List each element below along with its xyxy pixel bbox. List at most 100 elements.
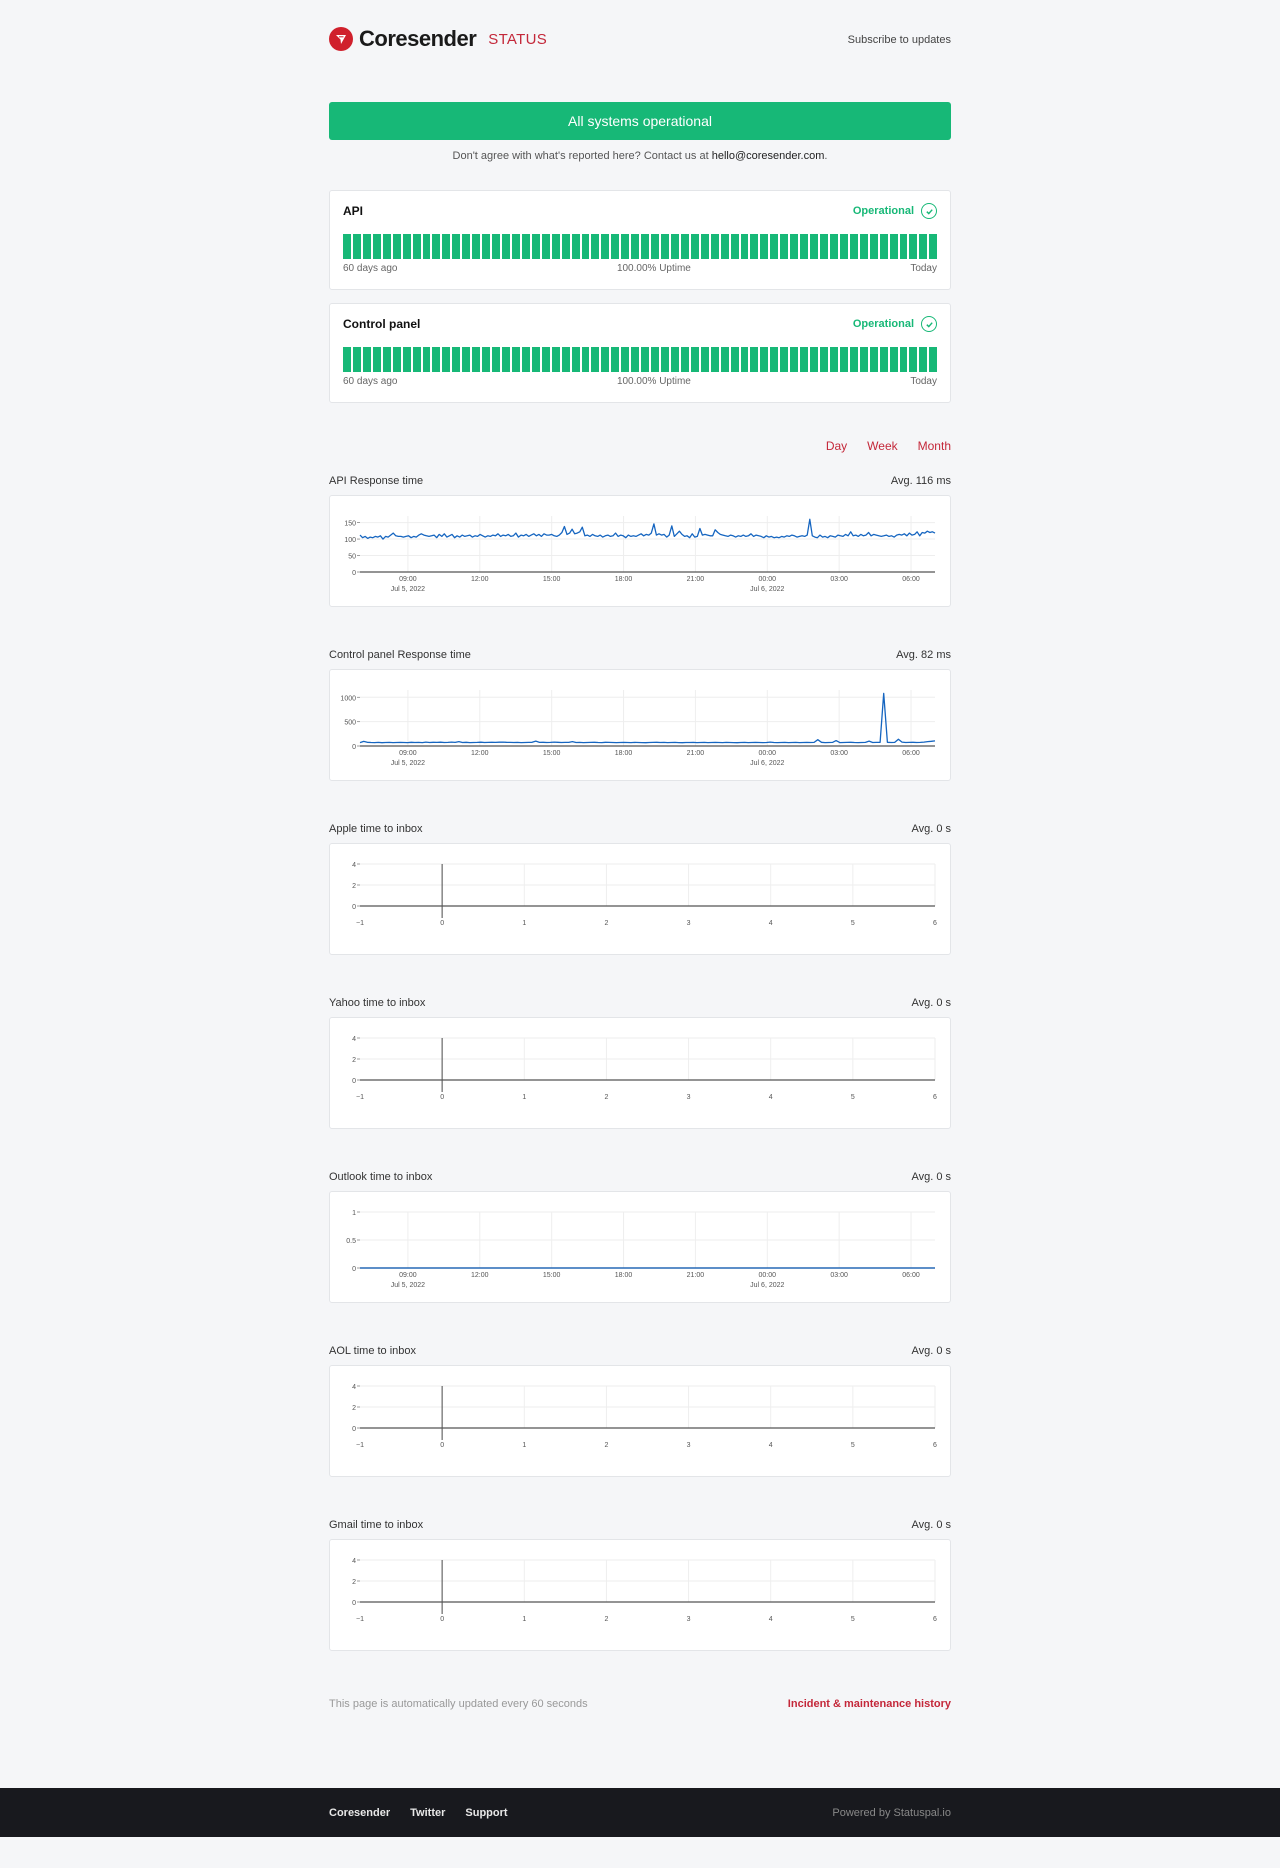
- uptime-day-bar[interactable]: [382, 347, 391, 372]
- uptime-day-bar[interactable]: [581, 347, 590, 372]
- uptime-day-bar[interactable]: [690, 234, 699, 259]
- incident-history-link[interactable]: Incident & maintenance history: [788, 1698, 951, 1788]
- uptime-day-bar[interactable]: [929, 234, 938, 259]
- uptime-day-bar[interactable]: [452, 347, 461, 372]
- uptime-day-bar[interactable]: [382, 234, 391, 259]
- uptime-day-bar[interactable]: [750, 234, 759, 259]
- uptime-day-bar[interactable]: [482, 347, 491, 372]
- uptime-day-bar[interactable]: [531, 234, 540, 259]
- uptime-day-bar[interactable]: [492, 347, 500, 372]
- uptime-day-bar[interactable]: [561, 234, 570, 259]
- subscribe-link[interactable]: Subscribe to updates: [848, 34, 951, 46]
- uptime-day-bar[interactable]: [810, 234, 818, 259]
- uptime-day-bar[interactable]: [780, 347, 789, 372]
- uptime-day-bar[interactable]: [680, 234, 689, 259]
- uptime-day-bar[interactable]: [829, 234, 838, 259]
- footer-link-twitter[interactable]: Twitter: [410, 1807, 445, 1819]
- footer-link-support[interactable]: Support: [465, 1807, 507, 1819]
- uptime-day-bar[interactable]: [670, 234, 679, 259]
- uptime-day-bar[interactable]: [611, 234, 620, 259]
- uptime-day-bar[interactable]: [402, 234, 411, 259]
- uptime-day-bar[interactable]: [343, 234, 351, 259]
- uptime-day-bar[interactable]: [472, 234, 481, 259]
- uptime-day-bar[interactable]: [790, 347, 799, 372]
- uptime-day-bar[interactable]: [511, 234, 520, 259]
- uptime-day-bar[interactable]: [472, 347, 481, 372]
- uptime-day-bar[interactable]: [820, 347, 828, 372]
- uptime-day-bar[interactable]: [780, 234, 789, 259]
- uptime-day-bar[interactable]: [343, 347, 351, 372]
- uptime-day-bar[interactable]: [591, 234, 600, 259]
- uptime-day-bar[interactable]: [869, 234, 878, 259]
- uptime-day-bar[interactable]: [541, 347, 550, 372]
- uptime-day-bar[interactable]: [800, 234, 809, 259]
- uptime-day-bar[interactable]: [740, 234, 749, 259]
- uptime-day-bar[interactable]: [641, 347, 650, 372]
- contact-email-link[interactable]: hello@coresender.com: [712, 150, 825, 162]
- uptime-day-bar[interactable]: [670, 347, 679, 372]
- uptime-day-bar[interactable]: [641, 234, 650, 259]
- uptime-day-bar[interactable]: [502, 347, 510, 372]
- uptime-day-bar[interactable]: [770, 234, 779, 259]
- uptime-day-bar[interactable]: [352, 347, 361, 372]
- uptime-day-bar[interactable]: [859, 234, 868, 259]
- uptime-day-bar[interactable]: [839, 234, 848, 259]
- uptime-day-bar[interactable]: [591, 347, 600, 372]
- uptime-day-bar[interactable]: [631, 234, 640, 259]
- uptime-day-bar[interactable]: [462, 347, 471, 372]
- uptime-day-bar[interactable]: [889, 234, 898, 259]
- uptime-day-bar[interactable]: [561, 347, 570, 372]
- uptime-day-bar[interactable]: [879, 347, 888, 372]
- uptime-day-bar[interactable]: [452, 234, 461, 259]
- uptime-day-bar[interactable]: [869, 347, 878, 372]
- uptime-day-bar[interactable]: [412, 234, 421, 259]
- uptime-day-bar[interactable]: [362, 347, 371, 372]
- uptime-day-bar[interactable]: [571, 347, 580, 372]
- uptime-day-bar[interactable]: [899, 234, 908, 259]
- uptime-day-bar[interactable]: [551, 234, 560, 259]
- footer-link-coresender[interactable]: Coresender: [329, 1807, 390, 1819]
- uptime-day-bar[interactable]: [700, 234, 709, 259]
- uptime-day-bar[interactable]: [621, 347, 630, 372]
- uptime-day-bar[interactable]: [889, 347, 898, 372]
- uptime-day-bar[interactable]: [899, 347, 908, 372]
- uptime-day-bar[interactable]: [462, 234, 471, 259]
- uptime-day-bar[interactable]: [651, 234, 659, 259]
- uptime-day-bar[interactable]: [412, 347, 421, 372]
- range-tab-week[interactable]: Week: [867, 439, 897, 453]
- uptime-day-bar[interactable]: [760, 347, 769, 372]
- uptime-day-bar[interactable]: [849, 234, 858, 259]
- uptime-day-bar[interactable]: [392, 347, 401, 372]
- uptime-day-bar[interactable]: [631, 347, 640, 372]
- uptime-day-bar[interactable]: [829, 347, 838, 372]
- uptime-day-bar[interactable]: [710, 234, 719, 259]
- uptime-day-bar[interactable]: [492, 234, 500, 259]
- uptime-day-bar[interactable]: [800, 347, 809, 372]
- uptime-day-bar[interactable]: [621, 234, 630, 259]
- uptime-day-bar[interactable]: [790, 234, 799, 259]
- uptime-day-bar[interactable]: [571, 234, 580, 259]
- uptime-day-bar[interactable]: [750, 347, 759, 372]
- uptime-day-bar[interactable]: [661, 347, 669, 372]
- uptime-day-bar[interactable]: [760, 234, 769, 259]
- uptime-day-bar[interactable]: [442, 347, 451, 372]
- uptime-day-bar[interactable]: [432, 234, 441, 259]
- uptime-day-bar[interactable]: [402, 347, 411, 372]
- uptime-day-bar[interactable]: [710, 347, 719, 372]
- uptime-day-bar[interactable]: [531, 347, 540, 372]
- uptime-day-bar[interactable]: [810, 347, 818, 372]
- range-tab-day[interactable]: Day: [826, 439, 847, 453]
- uptime-day-bar[interactable]: [581, 234, 590, 259]
- uptime-day-bar[interactable]: [551, 347, 560, 372]
- uptime-day-bar[interactable]: [511, 347, 520, 372]
- uptime-day-bar[interactable]: [392, 234, 401, 259]
- uptime-day-bar[interactable]: [730, 347, 739, 372]
- uptime-day-bar[interactable]: [661, 234, 669, 259]
- uptime-day-bar[interactable]: [720, 234, 729, 259]
- uptime-day-bar[interactable]: [909, 234, 918, 259]
- uptime-day-bar[interactable]: [372, 347, 381, 372]
- uptime-day-bar[interactable]: [700, 347, 709, 372]
- brand[interactable]: Coresender STATUS: [329, 26, 547, 52]
- uptime-day-bar[interactable]: [919, 347, 928, 372]
- uptime-day-bar[interactable]: [372, 234, 381, 259]
